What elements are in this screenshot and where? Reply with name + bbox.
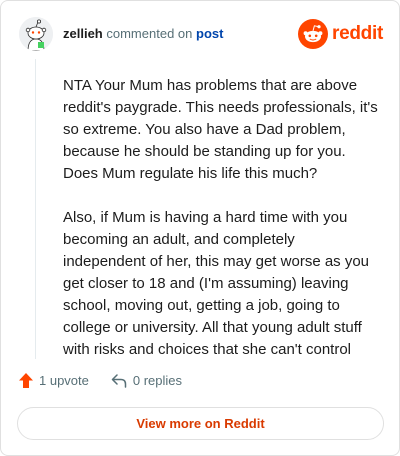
comment-header: zellieh commented on post reddit: [19, 15, 383, 53]
comment-meta: zellieh commented on post: [63, 26, 223, 42]
action-text: commented on: [106, 26, 193, 41]
reddit-brand[interactable]: reddit: [298, 19, 383, 49]
post-link[interactable]: post: [196, 26, 223, 41]
upvote-button[interactable]: 1 upvote: [19, 373, 89, 388]
upvote-arrow-icon: [19, 373, 33, 388]
comment-embed-card: zellieh commented on post reddit NTA You…: [0, 0, 400, 456]
comment-actions: 1 upvote 0 replies: [19, 373, 204, 388]
comment-paragraph: NTA Your Mum has problems that are above…: [63, 77, 378, 182]
thread-line: [35, 59, 36, 359]
reddit-wordmark: reddit: [332, 23, 383, 44]
snoo-avatar-icon[interactable]: [19, 17, 53, 51]
reddit-logo-icon: [298, 19, 329, 49]
view-more-button[interactable]: View more on Reddit: [17, 407, 384, 440]
reply-count: 0 replies: [132, 373, 183, 388]
replies-button[interactable]: 0 replies: [111, 373, 182, 388]
username[interactable]: zellieh: [63, 26, 103, 41]
comment-paragraph: Also, if Mum is having a hard time with …: [63, 209, 370, 358]
reply-arrow-icon: [111, 373, 127, 388]
upvote-count: 1 upvote: [39, 373, 89, 388]
comment-body: NTA Your Mum has problems that are above…: [63, 75, 381, 383]
